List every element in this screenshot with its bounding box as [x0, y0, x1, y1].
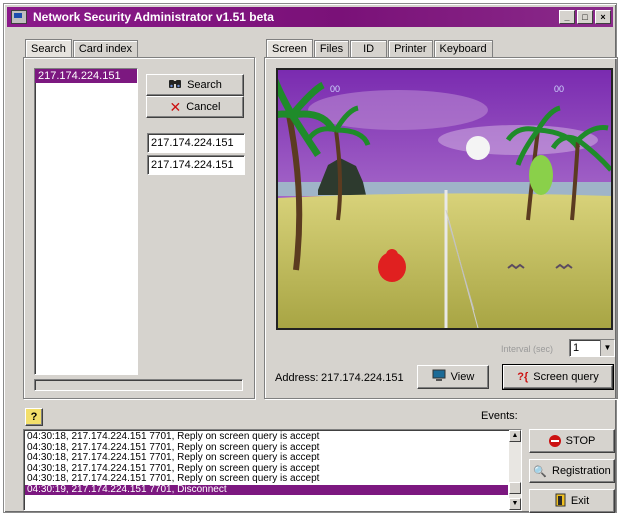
cancel-button[interactable]: ✕ Cancel — [146, 96, 244, 118]
registration-label: Registration — [552, 465, 611, 477]
address-field-1[interactable]: 217.174.224.151 — [147, 133, 245, 153]
scroll-thumb[interactable] — [509, 482, 521, 494]
door-exit-icon — [555, 493, 566, 510]
window-title: Network Security Administrator v1.51 bet… — [33, 10, 274, 24]
main-window: Network Security Administrator v1.51 bet… — [3, 3, 618, 513]
hud-left-score: 00 — [330, 84, 340, 94]
tab-id[interactable]: ID — [350, 40, 388, 58]
tab-printer[interactable]: Printer — [388, 40, 433, 58]
address-list[interactable]: 217.174.224.151 — [34, 68, 138, 375]
address-label: Address: — [275, 372, 319, 384]
screen-panel: 00 00 Interval (sec) 1 ▼ Address: 217.17… — [264, 57, 618, 399]
maximize-button[interactable]: □ — [577, 10, 593, 24]
screen-query-label: Screen query — [533, 371, 599, 383]
tab-card-index[interactable]: Card index — [72, 40, 139, 58]
stop-button[interactable]: STOP — [529, 429, 615, 453]
hud-right-score: 00 — [554, 84, 564, 94]
address-value: 217.174.224.151 — [321, 372, 404, 384]
event-log-scrollbar[interactable]: ▲ ▼ — [509, 430, 521, 510]
beach-volley-screenshot: 00 00 — [278, 70, 611, 328]
view-label: View — [450, 371, 475, 383]
view-button[interactable]: View — [417, 365, 489, 389]
query-icon: ?{ — [517, 371, 529, 383]
interval-label: Interval (sec) — [501, 344, 554, 354]
minimize-button[interactable]: _ — [559, 10, 575, 24]
scroll-up-icon[interactable]: ▲ — [509, 430, 521, 442]
help-icon: ? — [30, 411, 38, 423]
event-log[interactable]: 04:30:18, 217.174.224.151 7701, Reply on… — [23, 429, 522, 511]
tab-screen[interactable]: Screen — [266, 39, 313, 59]
remote-screen-view[interactable]: 00 00 — [276, 68, 613, 330]
title-bar[interactable]: Network Security Administrator v1.51 bet… — [7, 7, 613, 27]
magnifier-key-icon: 🔍 — [533, 465, 547, 478]
tab-files[interactable]: Files — [313, 40, 350, 58]
log-line[interactable]: 04:30:18, 217.174.224.151 7701, Reply on… — [25, 452, 508, 464]
address-field-2[interactable]: 217.174.224.151 — [147, 155, 245, 175]
log-line[interactable]: 04:30:19, 217.174.224.151 7701, Disconne… — [25, 484, 508, 495]
list-item[interactable]: 217.174.224.151 — [35, 69, 137, 83]
app-icon — [11, 10, 27, 24]
interval-value: 1 — [573, 342, 580, 354]
events-label: Events: — [481, 410, 518, 422]
exit-label: Exit — [570, 495, 590, 507]
search-panel: 217.174.224.151 Search ✕ Cancel 217.174.… — [23, 57, 255, 399]
stop-icon — [548, 435, 561, 447]
progress-bar — [34, 379, 243, 391]
chevron-down-icon[interactable]: ▼ — [600, 340, 614, 356]
stop-label: STOP — [565, 435, 596, 447]
log-line[interactable]: 04:30:18, 217.174.224.151 7701, Reply on… — [25, 473, 508, 485]
scroll-down-icon[interactable]: ▼ — [509, 498, 521, 510]
screen-query-button[interactable]: ?{ Screen query — [502, 364, 614, 390]
interval-select[interactable]: 1 ▼ — [569, 339, 615, 357]
exit-button[interactable]: Exit — [529, 489, 615, 513]
monitor-icon — [432, 369, 446, 385]
tab-search[interactable]: Search — [25, 39, 72, 59]
help-button[interactable]: ? — [25, 408, 43, 426]
search-label: Search — [187, 79, 222, 91]
close-button[interactable]: × — [595, 10, 611, 24]
log-line[interactable]: 04:30:18, 217.174.224.151 7701, Reply on… — [25, 431, 508, 443]
cancel-label: Cancel — [186, 101, 221, 113]
search-button[interactable]: Search — [146, 74, 244, 96]
registration-button[interactable]: 🔍 Registration — [529, 459, 615, 483]
cancel-x-icon: ✕ — [169, 98, 182, 115]
binoculars-icon — [168, 78, 182, 92]
tab-keyboard[interactable]: Keyboard — [433, 40, 493, 58]
